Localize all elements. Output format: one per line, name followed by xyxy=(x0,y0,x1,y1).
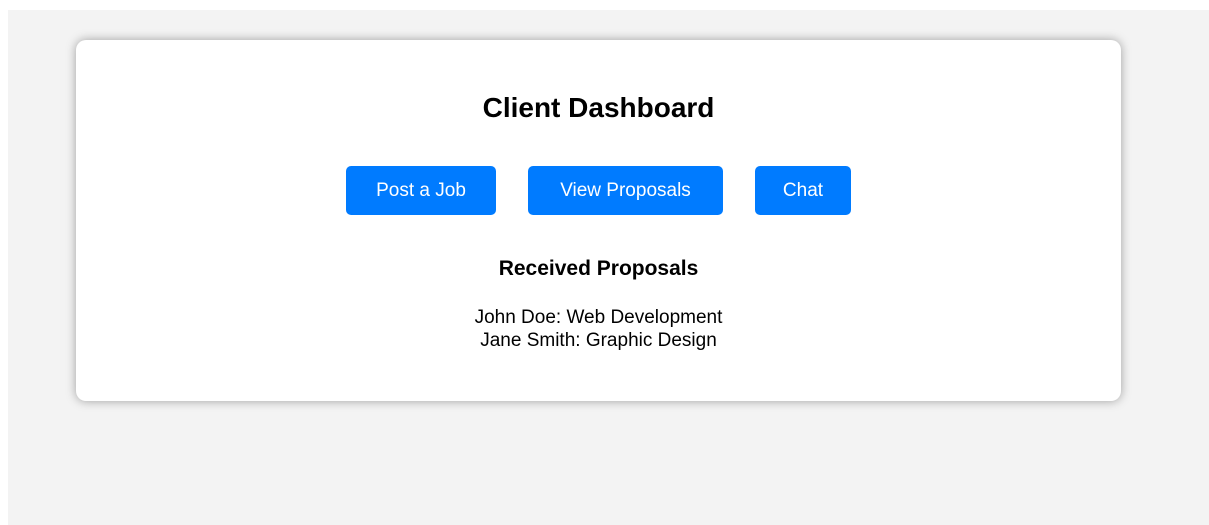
page-title: Client Dashboard xyxy=(482,92,715,123)
dashboard-card: Client Dashboard Post a Job View Proposa… xyxy=(76,40,1121,401)
proposals-list: John Doe: Web Development Jane Smith: Gr… xyxy=(76,306,1121,352)
post-job-button[interactable]: Post a Job xyxy=(346,166,496,215)
chat-button[interactable]: Chat xyxy=(755,166,851,215)
page-background: Client Dashboard Post a Job View Proposa… xyxy=(8,10,1209,525)
proposal-item: John Doe: Web Development xyxy=(474,307,723,328)
received-proposals-heading: Received Proposals xyxy=(498,257,699,280)
view-proposals-button[interactable]: View Proposals xyxy=(528,166,723,215)
proposal-item: Jane Smith: Graphic Design xyxy=(480,330,717,351)
